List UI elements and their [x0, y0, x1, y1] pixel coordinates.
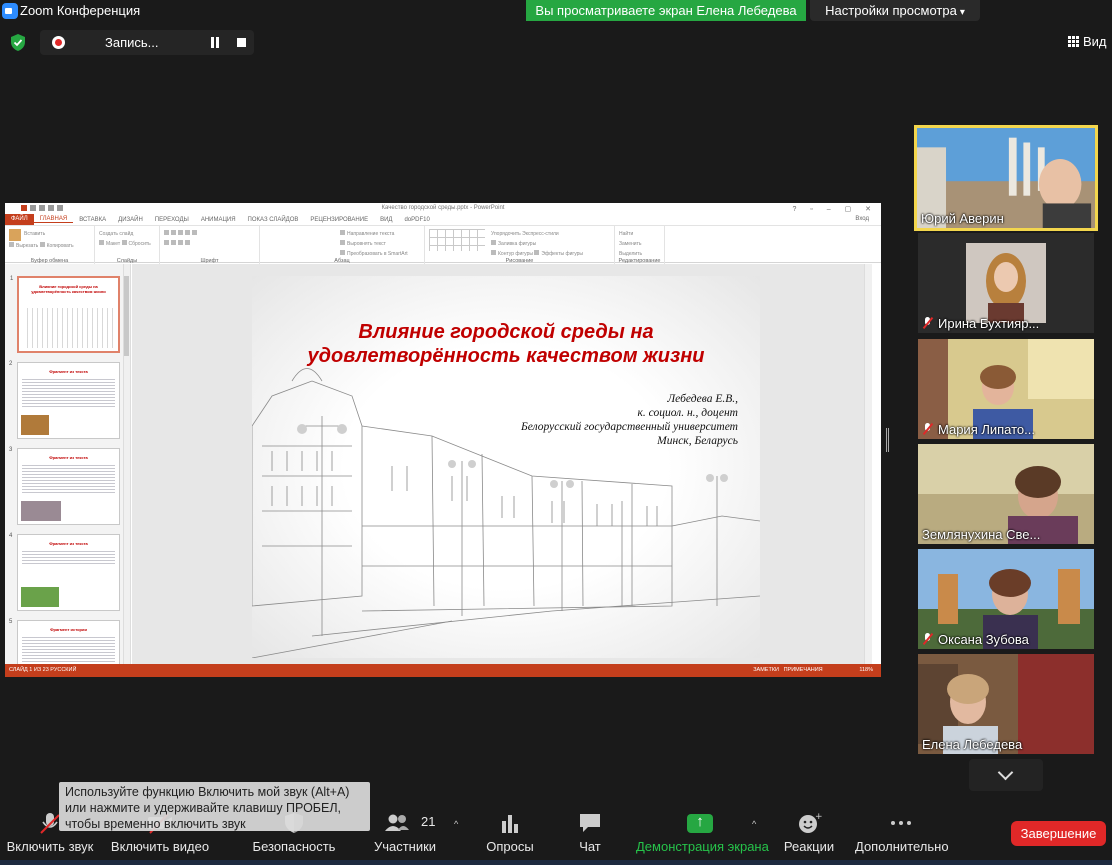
ppt-title-bar: Качество городской среды.pptx - PowerPoi… [5, 203, 881, 214]
view-options-label: Настройки просмотра [825, 3, 957, 18]
record-icon [52, 36, 65, 49]
ppt-window-title: Качество городской среды.pptx - PowerPoi… [381, 205, 505, 211]
slide-title: Влияние городской среды на удовлетворённ… [307, 321, 705, 367]
end-meeting-button[interactable]: Завершение [1011, 821, 1106, 846]
tab-insert: ВСТАВКА [79, 216, 107, 223]
recording-label: Запись... [105, 35, 159, 50]
more-icon [891, 821, 911, 825]
slide-thumbnail-panel: 1 Влияние городской среды на удовлетворё… [5, 264, 131, 664]
participants-icon [385, 814, 409, 831]
muted-mic-icon [922, 423, 934, 435]
title-bar: Zoom Конференция Вы просматриваете экран… [0, 0, 1112, 22]
current-slide: Влияние городской среды на удовлетворённ… [252, 276, 760, 658]
participant-tile[interactable]: Юрий Аверин [914, 125, 1098, 231]
slide-thumbnail: 1 Влияние городской среды на удовлетворё… [10, 276, 120, 353]
view-options-dropdown[interactable]: Настройки просмотра ▾ [810, 0, 980, 21]
participant-tile[interactable]: Ирина Бухтияр... [918, 233, 1094, 333]
muted-mic-icon [922, 317, 934, 329]
panel-splitter[interactable] [886, 428, 889, 452]
slide-thumbnail: 3 Фрагмент из текста [9, 447, 120, 525]
view-button-label: Вид [1083, 34, 1107, 49]
tab-dopdf: doPDF10 [404, 216, 430, 223]
unmute-tooltip: Используйте функцию Включить мой звук (A… [59, 782, 370, 831]
polls-icon [502, 815, 518, 833]
gallery-scroll-down-button[interactable] [969, 759, 1043, 791]
ribbon-group-font: Шрифт [160, 226, 260, 264]
participant-tile[interactable]: Оксана Зубова [918, 549, 1094, 649]
ppt-ribbon-tabs: ФАЙЛ ГЛАВНАЯ ВСТАВКА ДИЗАЙН ПЕРЕХОДЫ АНИ… [5, 214, 881, 225]
view-button[interactable]: Вид [1068, 34, 1107, 49]
tab-animation: АНИМАЦИЯ [200, 216, 236, 223]
share-options-caret[interactable]: ^ [752, 819, 756, 829]
muted-mic-icon [922, 633, 934, 645]
shared-screen: Качество городской среды.pptx - PowerPoi… [5, 203, 881, 677]
participant-name: Юрий Аверин [921, 211, 1004, 226]
ribbon-group-slides: Создать слайд Макет Сбросить Слайды [95, 226, 160, 264]
reactions-button[interactable]: + Реакции [780, 800, 838, 860]
stop-recording-button[interactable] [237, 38, 246, 47]
shapes-gallery-icon [429, 229, 485, 251]
slide-thumbnail: 2 Фрагмент из текста [9, 361, 120, 439]
participant-name: Оксана Зубова [922, 632, 1029, 647]
slide-canvas: Влияние городской среды на удовлетворённ… [132, 264, 872, 664]
participants-button[interactable]: 21 ^ Участники [370, 800, 458, 860]
grid-view-icon [1068, 36, 1079, 47]
tab-home: ГЛАВНАЯ [33, 216, 74, 223]
chat-icon [580, 814, 600, 832]
tab-design: ДИЗАЙН [118, 216, 143, 223]
paste-icon [9, 229, 21, 241]
ppt-signin: Вход [855, 216, 869, 222]
participant-tile[interactable]: Елена Лебедева [918, 654, 1094, 754]
slide-thumbnail: 5 Фрагмент истории [9, 619, 120, 664]
ribbon-group-editing: Найти Заменить Выделить Редактирование [615, 226, 665, 264]
tab-review: РЕЦЕНЗИРОВАНИЕ [310, 216, 369, 223]
screen-share-banner: Вы просматриваете экран Елена Лебедева [526, 0, 806, 21]
participant-name: Ирина Бухтияр... [922, 316, 1039, 331]
ribbon-group-clipboard: Вставить Вырезать Копировать Буфер обмен… [5, 226, 95, 264]
zoom-app-icon [2, 3, 18, 19]
tab-file: ФАЙЛ [5, 214, 34, 225]
participant-name: Елена Лебедева [922, 737, 1023, 752]
os-taskbar [0, 860, 1112, 865]
quick-access-toolbar [8, 205, 78, 212]
participant-name: Землянухина Све... [922, 527, 1041, 542]
participant-tile[interactable]: Мария Липато... [918, 339, 1094, 439]
participant-name: Мария Липато... [922, 422, 1035, 437]
participants-options-caret[interactable]: ^ [454, 819, 458, 829]
slide-scrollbar [864, 264, 872, 664]
polls-button[interactable]: Опросы [480, 800, 540, 860]
participants-count: 21 [421, 814, 436, 829]
tab-transitions: ПЕРЕХОДЫ [154, 216, 189, 223]
window-title: Zoom Конференция [20, 3, 141, 18]
slide-author-block: Лебедева Е.В., к. социол. н., доцент Бел… [521, 393, 738, 447]
ppt-ribbon: Вставить Вырезать Копировать Буфер обмен… [5, 225, 881, 264]
chevron-down-icon: ▾ [959, 7, 965, 18]
participant-tile[interactable]: Землянухина Све... [918, 444, 1094, 544]
more-button[interactable]: Дополнительно [855, 800, 949, 860]
ribbon-group-paragraph: Направление текста Выровнять текст Преоб… [260, 226, 425, 264]
ppt-status-bar: СЛАЙД 1 ИЗ 23 РУССКИЙ ЗАМЕТКИ ПРИМЕЧАНИЯ… [5, 664, 881, 677]
tab-slideshow: ПОКАЗ СЛАЙДОВ [247, 216, 299, 223]
share-screen-icon [687, 813, 713, 833]
svg-text:+: + [815, 812, 822, 822]
slide-thumbnail: 4 Фрагмент из текста [9, 533, 120, 611]
recording-indicator: Запись... [40, 30, 254, 55]
tab-view: ВИД [380, 216, 393, 223]
security-shield-icon[interactable] [10, 34, 26, 51]
share-screen-button[interactable]: ^ Демонстрация экрана [636, 800, 769, 860]
chat-button[interactable]: Чат [560, 800, 620, 860]
ribbon-group-drawing: Упорядочить Экспресс-стили Заливка фигур… [425, 226, 615, 264]
pause-recording-button[interactable] [210, 37, 220, 48]
reactions-icon: + [799, 812, 822, 833]
